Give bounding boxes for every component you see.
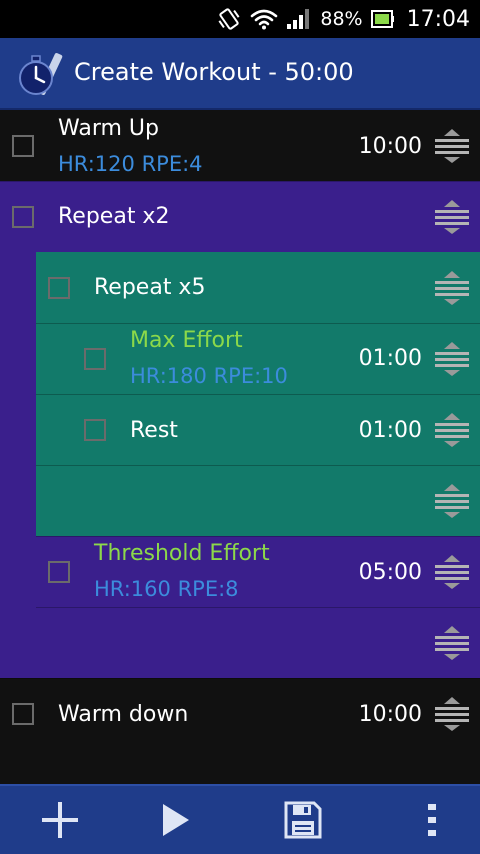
item-detail: HR:180 RPE:10 [130, 364, 288, 388]
play-button[interactable] [115, 786, 235, 854]
list-item-repeat-x2[interactable]: Repeat x2 [0, 181, 480, 252]
clock: 17:04 [406, 6, 470, 32]
item-checkbox[interactable] [12, 135, 34, 157]
drag-handle-icon[interactable] [434, 270, 470, 306]
wifi-icon [251, 9, 278, 30]
signal-icon [287, 9, 310, 29]
drag-handle-icon[interactable] [434, 412, 470, 448]
stopwatch-app-icon[interactable] [16, 50, 66, 100]
drag-handle-icon[interactable] [434, 696, 470, 732]
overflow-menu-icon [428, 804, 436, 836]
status-bar: 88% 17:04 [0, 0, 480, 38]
list-item-repeat-x5-end[interactable] [0, 465, 480, 536]
battery-icon [370, 10, 394, 28]
drag-handle-icon[interactable] [434, 554, 470, 590]
item-duration: 01:00 [358, 418, 422, 443]
list-item-repeat-x5[interactable]: Repeat x5 [0, 252, 480, 323]
battery-percentage: 88% [320, 8, 363, 30]
item-checkbox[interactable] [48, 561, 70, 583]
item-title: Warm Up [58, 116, 159, 141]
item-duration: 05:00 [358, 560, 422, 585]
item-title: Repeat x2 [58, 204, 170, 229]
item-duration: 10:00 [358, 702, 422, 727]
bottom-toolbar [0, 784, 480, 854]
item-checkbox[interactable] [84, 419, 106, 441]
item-title: Warm down [58, 702, 189, 727]
add-button[interactable] [0, 786, 120, 854]
list-item-warm-up[interactable]: Warm Up HR:120 RPE:4 10:00 [0, 110, 480, 181]
list-item-max-effort[interactable]: Max Effort HR:180 RPE:10 01:00 [0, 323, 480, 394]
item-checkbox[interactable] [12, 206, 34, 228]
drag-handle-icon[interactable] [434, 199, 470, 235]
play-icon [163, 804, 189, 836]
save-icon [284, 801, 322, 839]
item-detail: HR:120 RPE:4 [58, 152, 203, 176]
item-detail: HR:160 RPE:8 [94, 577, 239, 601]
overflow-menu-button[interactable] [372, 786, 480, 854]
item-title: Max Effort [130, 328, 243, 353]
item-checkbox[interactable] [12, 703, 34, 725]
drag-handle-icon[interactable] [434, 483, 470, 519]
item-title: Rest [130, 418, 178, 443]
item-title: Threshold Effort [94, 541, 270, 566]
item-duration: 10:00 [358, 134, 422, 159]
drag-handle-icon[interactable] [434, 128, 470, 164]
list-item-repeat-x2-end[interactable] [0, 607, 480, 678]
vibrate-icon [218, 8, 240, 30]
item-title: Repeat x5 [94, 275, 206, 300]
drag-handle-icon[interactable] [434, 341, 470, 377]
item-duration: 01:00 [358, 346, 422, 371]
item-checkbox[interactable] [84, 348, 106, 370]
list-item-threshold-effort[interactable]: Threshold Effort HR:160 RPE:8 05:00 [0, 536, 480, 607]
list-item-rest[interactable]: Rest 01:00 [0, 394, 480, 465]
add-icon [42, 802, 78, 838]
item-checkbox[interactable] [48, 277, 70, 299]
save-button[interactable] [243, 786, 363, 854]
drag-handle-icon[interactable] [434, 625, 470, 661]
page-title: Create Workout - 50:00 [74, 58, 354, 86]
action-bar: Create Workout - 50:00 [0, 38, 480, 110]
list-item-warm-down[interactable]: Warm down 10:00 [0, 678, 480, 749]
